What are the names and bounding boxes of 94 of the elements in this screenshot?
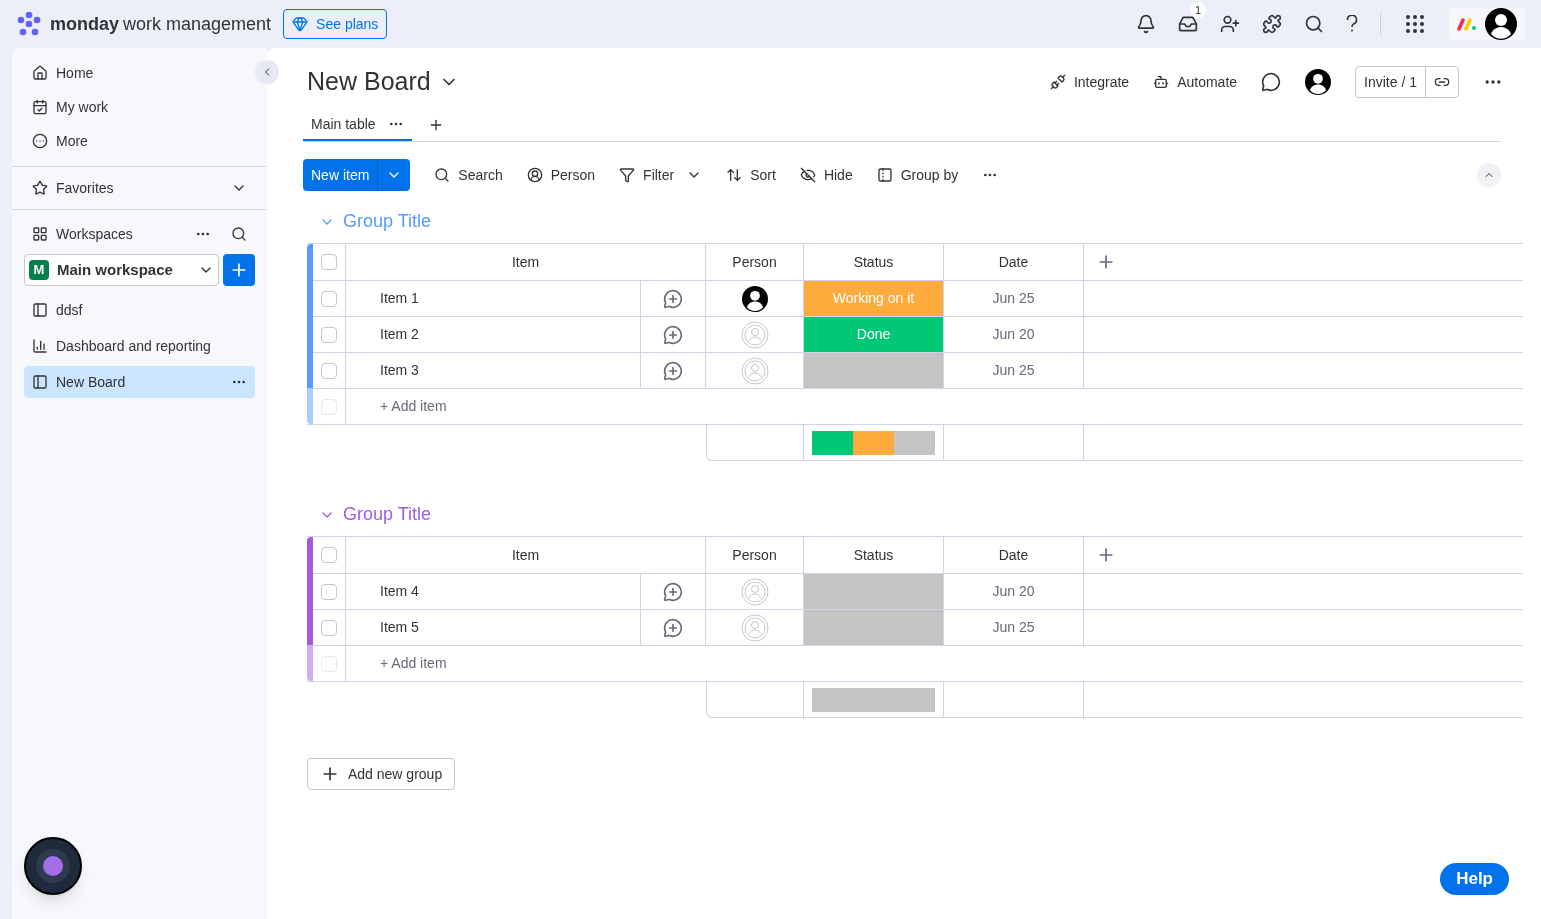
workspace-selector[interactable]: M Main workspace bbox=[24, 254, 219, 286]
puzzle-icon[interactable] bbox=[1262, 14, 1282, 34]
checkbox[interactable] bbox=[321, 326, 337, 343]
toolbar-button[interactable]: Search bbox=[434, 164, 503, 186]
date-cell[interactable]: Jun 25 bbox=[992, 360, 1035, 381]
chart-icon bbox=[32, 338, 48, 354]
date-cell[interactable]: Jun 20 bbox=[992, 324, 1035, 345]
star-icon bbox=[32, 180, 48, 196]
notification-badge: 1 bbox=[1190, 2, 1206, 18]
notifications-icon[interactable] bbox=[1136, 14, 1156, 34]
column-header: Item bbox=[511, 252, 540, 272]
assistant-button[interactable] bbox=[24, 837, 82, 895]
inbox-icon[interactable] bbox=[1178, 14, 1198, 34]
add-update-icon[interactable] bbox=[663, 617, 683, 638]
date-cell[interactable]: Jun 25 bbox=[992, 288, 1035, 309]
workspace-initial-icon: M bbox=[29, 260, 49, 280]
date-cell[interactable]: Jun 20 bbox=[992, 581, 1035, 602]
product-name: work management bbox=[123, 12, 272, 36]
toolbar-button[interactable]: Hide bbox=[799, 164, 853, 186]
checkbox[interactable] bbox=[321, 619, 337, 636]
add-item-field[interactable]: + Add item bbox=[380, 396, 447, 417]
column-header: Status bbox=[853, 545, 894, 565]
board-item[interactable]: ddsf bbox=[24, 294, 255, 326]
comment-icon[interactable] bbox=[1261, 72, 1282, 92]
integrate-button[interactable]: Integrate bbox=[1049, 71, 1130, 93]
column-header: Date bbox=[998, 545, 1029, 565]
board-avatar-icon[interactable] bbox=[1305, 69, 1332, 95]
profile-avatar-icon[interactable] bbox=[1485, 8, 1517, 40]
add-group-button[interactable]: Add new group bbox=[307, 758, 456, 790]
sort-icon bbox=[726, 167, 743, 183]
toolbar-button[interactable]: Person bbox=[526, 164, 596, 186]
calendar-check-icon bbox=[32, 99, 48, 115]
item-name[interactable]: Item 5 bbox=[380, 617, 419, 638]
diamond-icon bbox=[292, 16, 309, 32]
column-header: Status bbox=[853, 252, 894, 272]
apps-grid-icon[interactable] bbox=[1403, 12, 1427, 36]
more-icon bbox=[32, 133, 48, 149]
home-icon bbox=[32, 65, 48, 81]
add-item-field[interactable]: + Add item bbox=[380, 653, 447, 674]
checkbox[interactable] bbox=[321, 362, 337, 379]
add-update-icon[interactable] bbox=[663, 581, 683, 602]
filter-icon bbox=[619, 167, 636, 183]
column-header: Item bbox=[511, 545, 540, 565]
item-name[interactable]: Item 1 bbox=[380, 288, 419, 309]
item-name[interactable]: Item 3 bbox=[380, 360, 419, 381]
column-header: Person bbox=[732, 252, 777, 272]
see-plans-button[interactable]: See plans bbox=[283, 9, 388, 39]
add-update-icon[interactable] bbox=[663, 288, 683, 309]
board-item[interactable]: Dashboard and reporting bbox=[24, 330, 255, 362]
automate-button[interactable]: Automate bbox=[1153, 71, 1238, 93]
item-name[interactable]: Item 4 bbox=[380, 581, 419, 602]
search-icon bbox=[434, 167, 451, 183]
person-avatar-icon[interactable] bbox=[741, 285, 768, 312]
brand-name: monday bbox=[50, 12, 119, 36]
plug-icon bbox=[1049, 74, 1066, 90]
status-cell[interactable] bbox=[804, 574, 944, 609]
brand-mark-icon[interactable] bbox=[1457, 17, 1477, 31]
add-update-icon[interactable] bbox=[663, 324, 683, 345]
nav-item[interactable]: Home bbox=[12, 56, 212, 90]
view-tab[interactable]: Main table bbox=[303, 109, 412, 141]
group-title[interactable]: Group Title bbox=[343, 501, 432, 528]
board-icon bbox=[32, 374, 48, 390]
search-icon[interactable] bbox=[231, 226, 247, 242]
toolbar-button[interactable]: Group by bbox=[876, 164, 959, 186]
board-icon bbox=[32, 302, 48, 318]
group-icon bbox=[876, 167, 893, 183]
help-icon[interactable] bbox=[1346, 15, 1358, 33]
logo-icon[interactable] bbox=[16, 11, 42, 37]
status-cell[interactable] bbox=[804, 353, 944, 388]
checkbox[interactable] bbox=[321, 547, 337, 563]
item-name[interactable]: Item 2 bbox=[380, 324, 419, 345]
nav-item[interactable]: My work bbox=[12, 90, 212, 124]
checkbox[interactable] bbox=[321, 254, 337, 270]
workspaces-label: Workspaces bbox=[56, 224, 134, 244]
column-header: Date bbox=[998, 252, 1029, 272]
hide-icon bbox=[799, 167, 816, 183]
invite-user-icon[interactable] bbox=[1220, 14, 1240, 34]
help-button[interactable]: Help bbox=[1440, 863, 1509, 895]
person-icon bbox=[526, 167, 543, 183]
checkbox[interactable] bbox=[321, 583, 337, 600]
add-button[interactable] bbox=[223, 254, 255, 286]
add-update-icon[interactable] bbox=[663, 360, 683, 381]
robot-icon bbox=[1153, 74, 1170, 90]
search-icon[interactable] bbox=[1304, 14, 1324, 34]
checkbox[interactable] bbox=[321, 290, 337, 307]
column-header: Person bbox=[732, 545, 777, 565]
workspaces-icon bbox=[32, 226, 48, 242]
status-cell[interactable] bbox=[804, 610, 944, 645]
board-title[interactable]: New Board bbox=[307, 63, 431, 101]
toolbar-button[interactable]: Sort bbox=[726, 164, 776, 186]
date-cell[interactable]: Jun 25 bbox=[992, 617, 1035, 638]
board-item[interactable]: New Board bbox=[24, 366, 255, 398]
toolbar-button[interactable]: Filter bbox=[619, 164, 675, 186]
nav-item[interactable]: More bbox=[12, 124, 212, 158]
